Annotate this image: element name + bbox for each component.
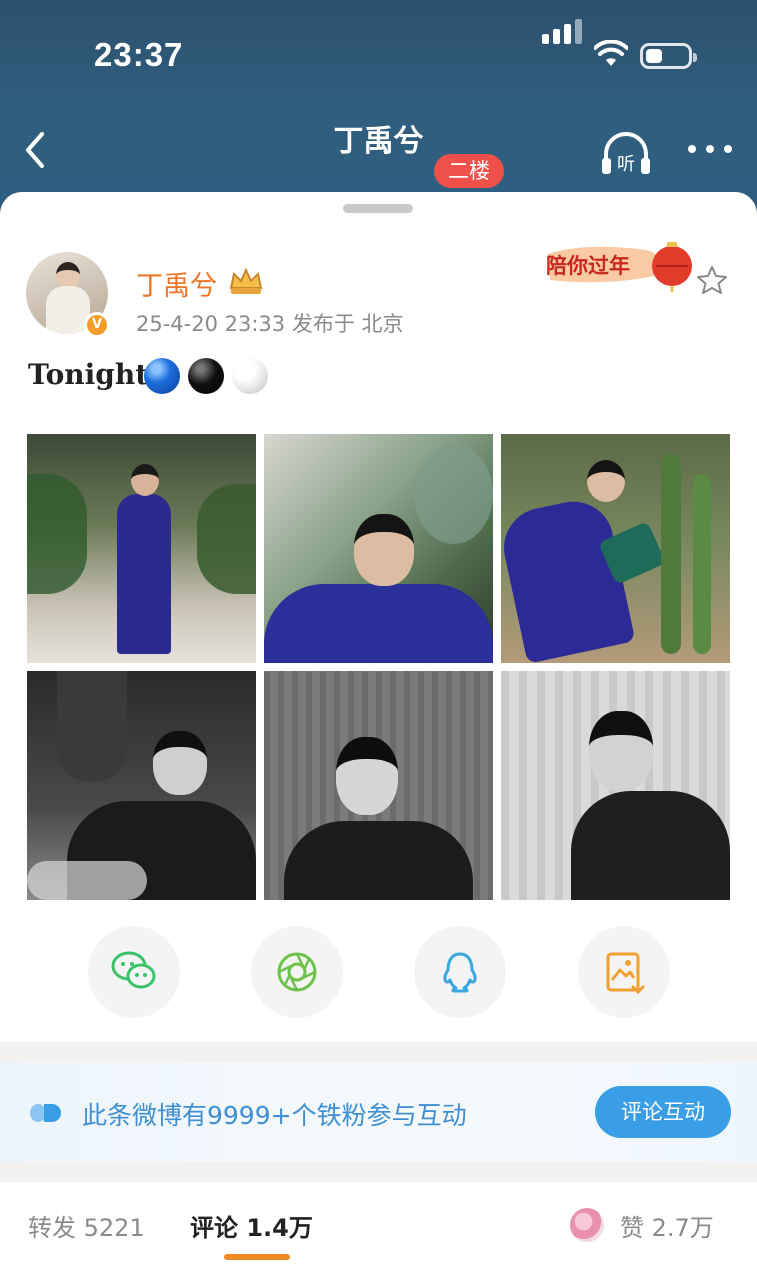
photo-grid	[27, 434, 731, 900]
comment-interact-button[interactable]: 评论互动	[595, 1086, 731, 1138]
photo-2[interactable]	[264, 434, 493, 663]
verified-badge-icon: V	[84, 312, 110, 338]
play-arrow-icon	[30, 1104, 61, 1122]
post-card: V 丁禹兮 25-4-20 23:33 发布于 北京 陪你过年 Tonight	[0, 192, 757, 1280]
more-icon[interactable]	[688, 145, 732, 155]
tab-comment[interactable]: 评论 1.4万	[190, 1208, 313, 1243]
status-bar: 23:37	[0, 0, 757, 110]
fan-interaction-bar[interactable]: 此条微博有9999+个铁粉参与互动 评论互动	[0, 1062, 757, 1162]
active-tab-indicator	[224, 1254, 290, 1260]
save-image-icon	[606, 952, 645, 995]
qq-icon	[443, 952, 477, 993]
divider	[0, 1042, 757, 1062]
status-time: 23:37	[94, 36, 184, 73]
divider	[0, 1162, 757, 1182]
new-year-banner[interactable]: 陪你过年	[546, 236, 696, 292]
interaction-tabs: 转发 5221 评论 1.4万 赞 2.7万	[0, 1182, 757, 1280]
photo-4[interactable]	[27, 671, 256, 900]
save-image-button[interactable]	[578, 926, 670, 1018]
top-nav: 丁禹兮 二楼 听	[0, 110, 757, 200]
moments-icon	[277, 952, 317, 992]
tab-like[interactable]: 赞 2.7万	[620, 1208, 714, 1243]
wifi-icon	[594, 40, 628, 66]
crown-icon	[229, 267, 263, 294]
author-name[interactable]: 丁禹兮	[136, 264, 217, 303]
share-row	[0, 926, 757, 1022]
drag-handle[interactable]	[343, 204, 413, 213]
black-circle-emoji	[188, 358, 224, 394]
favorite-star-icon[interactable]	[696, 264, 728, 296]
photo-1[interactable]	[27, 434, 256, 663]
listen-label: 听	[617, 154, 635, 175]
nav-subtitle	[258, 158, 428, 186]
wechat-icon	[111, 951, 156, 989]
share-qq-button[interactable]	[414, 926, 506, 1018]
battery-icon	[640, 43, 697, 69]
listen-icon[interactable]: 听	[600, 130, 652, 178]
post-meta: 25-4-20 23:33 发布于 北京	[136, 312, 404, 336]
white-circle-emoji	[232, 358, 268, 394]
blue-circle-emoji	[144, 358, 180, 394]
share-moments-button[interactable]	[251, 926, 343, 1018]
photo-6[interactable]	[501, 671, 730, 900]
like-avatar	[570, 1208, 604, 1242]
post-text: Tonight	[28, 358, 149, 391]
tab-repost[interactable]: 转发 5221	[28, 1208, 145, 1243]
fan-interaction-text: 此条微博有9999+个铁粉参与互动	[82, 1101, 467, 1130]
banner-text: 陪你过年	[546, 254, 630, 278]
photo-3[interactable]	[501, 434, 730, 663]
photo-5[interactable]	[264, 671, 493, 900]
share-wechat-button[interactable]	[88, 926, 180, 1018]
floor-badge[interactable]: 二楼	[434, 154, 504, 188]
